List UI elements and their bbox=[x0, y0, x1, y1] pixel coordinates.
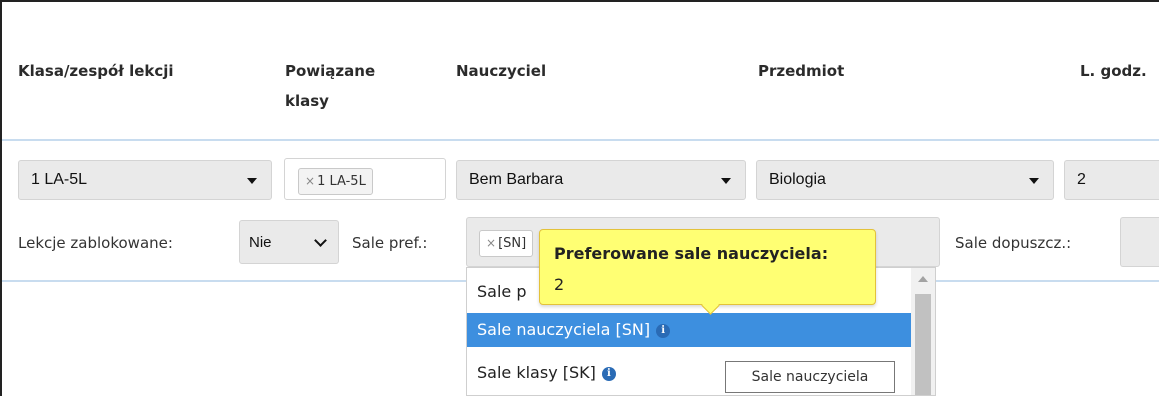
linked-class-tag-label: 1 LA-5L bbox=[317, 174, 366, 189]
header-separator bbox=[2, 139, 1159, 141]
scroll-thumb[interactable] bbox=[915, 294, 931, 395]
allowed-rooms-field[interactable] bbox=[1120, 217, 1159, 267]
chevron-down-icon bbox=[314, 234, 327, 247]
subject-value: Biologia bbox=[769, 171, 826, 188]
tooltip-title: Preferowane sale nauczyciela: bbox=[554, 244, 829, 263]
tooltip-value: 2 bbox=[554, 275, 565, 294]
header-linked-classes-line2: klasy bbox=[285, 92, 329, 110]
info-icon[interactable]: i bbox=[656, 323, 671, 338]
class-group-select[interactable]: 1 LA-5L bbox=[18, 160, 272, 200]
info-icon[interactable]: i bbox=[601, 366, 616, 381]
dropdown-option-label: Sale p bbox=[477, 282, 527, 301]
hover-hint-tooltip: Sale nauczyciela bbox=[725, 361, 895, 393]
preferred-room-tag: × [SN] bbox=[479, 230, 534, 257]
dropdown-option-label: Sale nauczyciela [SN] bbox=[477, 320, 651, 339]
locked-lessons-select[interactable]: Nie bbox=[239, 220, 339, 264]
teacher-select[interactable]: Bem Barbara bbox=[456, 160, 746, 200]
chevron-down-icon bbox=[1029, 178, 1039, 184]
teacher-value: Bem Barbara bbox=[469, 171, 564, 188]
allowed-rooms-label: Sale dopuszcz.: bbox=[955, 234, 1072, 252]
header-hours: L. godz. bbox=[1080, 62, 1147, 80]
preferred-rooms-tooltip: Preferowane sale nauczyciela: 2 bbox=[539, 229, 876, 315]
locked-lessons-value: Nie bbox=[249, 234, 272, 251]
linked-class-tag: × 1 LA-5L bbox=[298, 168, 373, 195]
header-linked-classes-line1: Powiązane bbox=[285, 62, 376, 80]
dropdown-option-label: Sale klasy [SK] bbox=[477, 363, 596, 382]
header-teacher: Nauczyciel bbox=[456, 62, 547, 80]
preferred-room-tag-label: [SN] bbox=[498, 236, 527, 251]
dropdown-option-selected[interactable]: Sale nauczyciela [SN] i bbox=[467, 313, 911, 347]
linked-classes-field[interactable]: × 1 LA-5L bbox=[284, 158, 446, 200]
class-group-value: 1 LA-5L bbox=[31, 171, 88, 188]
subject-select[interactable]: Biologia bbox=[756, 160, 1054, 200]
hours-value: 2 bbox=[1077, 171, 1086, 188]
header-class-group: Klasa/zespół lekcji bbox=[18, 62, 174, 80]
header-subject: Przedmiot bbox=[758, 62, 845, 80]
chevron-down-icon bbox=[247, 178, 257, 184]
locked-lessons-label: Lekcje zablokowane: bbox=[18, 234, 173, 252]
chevron-down-icon bbox=[721, 178, 731, 184]
scroll-up-arrow-icon[interactable] bbox=[918, 276, 928, 282]
dropdown-scrollbar[interactable] bbox=[911, 268, 935, 395]
hours-input[interactable]: 2 bbox=[1064, 160, 1159, 200]
remove-tag-icon[interactable]: × bbox=[486, 236, 496, 250]
remove-tag-icon[interactable]: × bbox=[305, 174, 315, 188]
preferred-rooms-label: Sale pref.: bbox=[352, 234, 428, 252]
